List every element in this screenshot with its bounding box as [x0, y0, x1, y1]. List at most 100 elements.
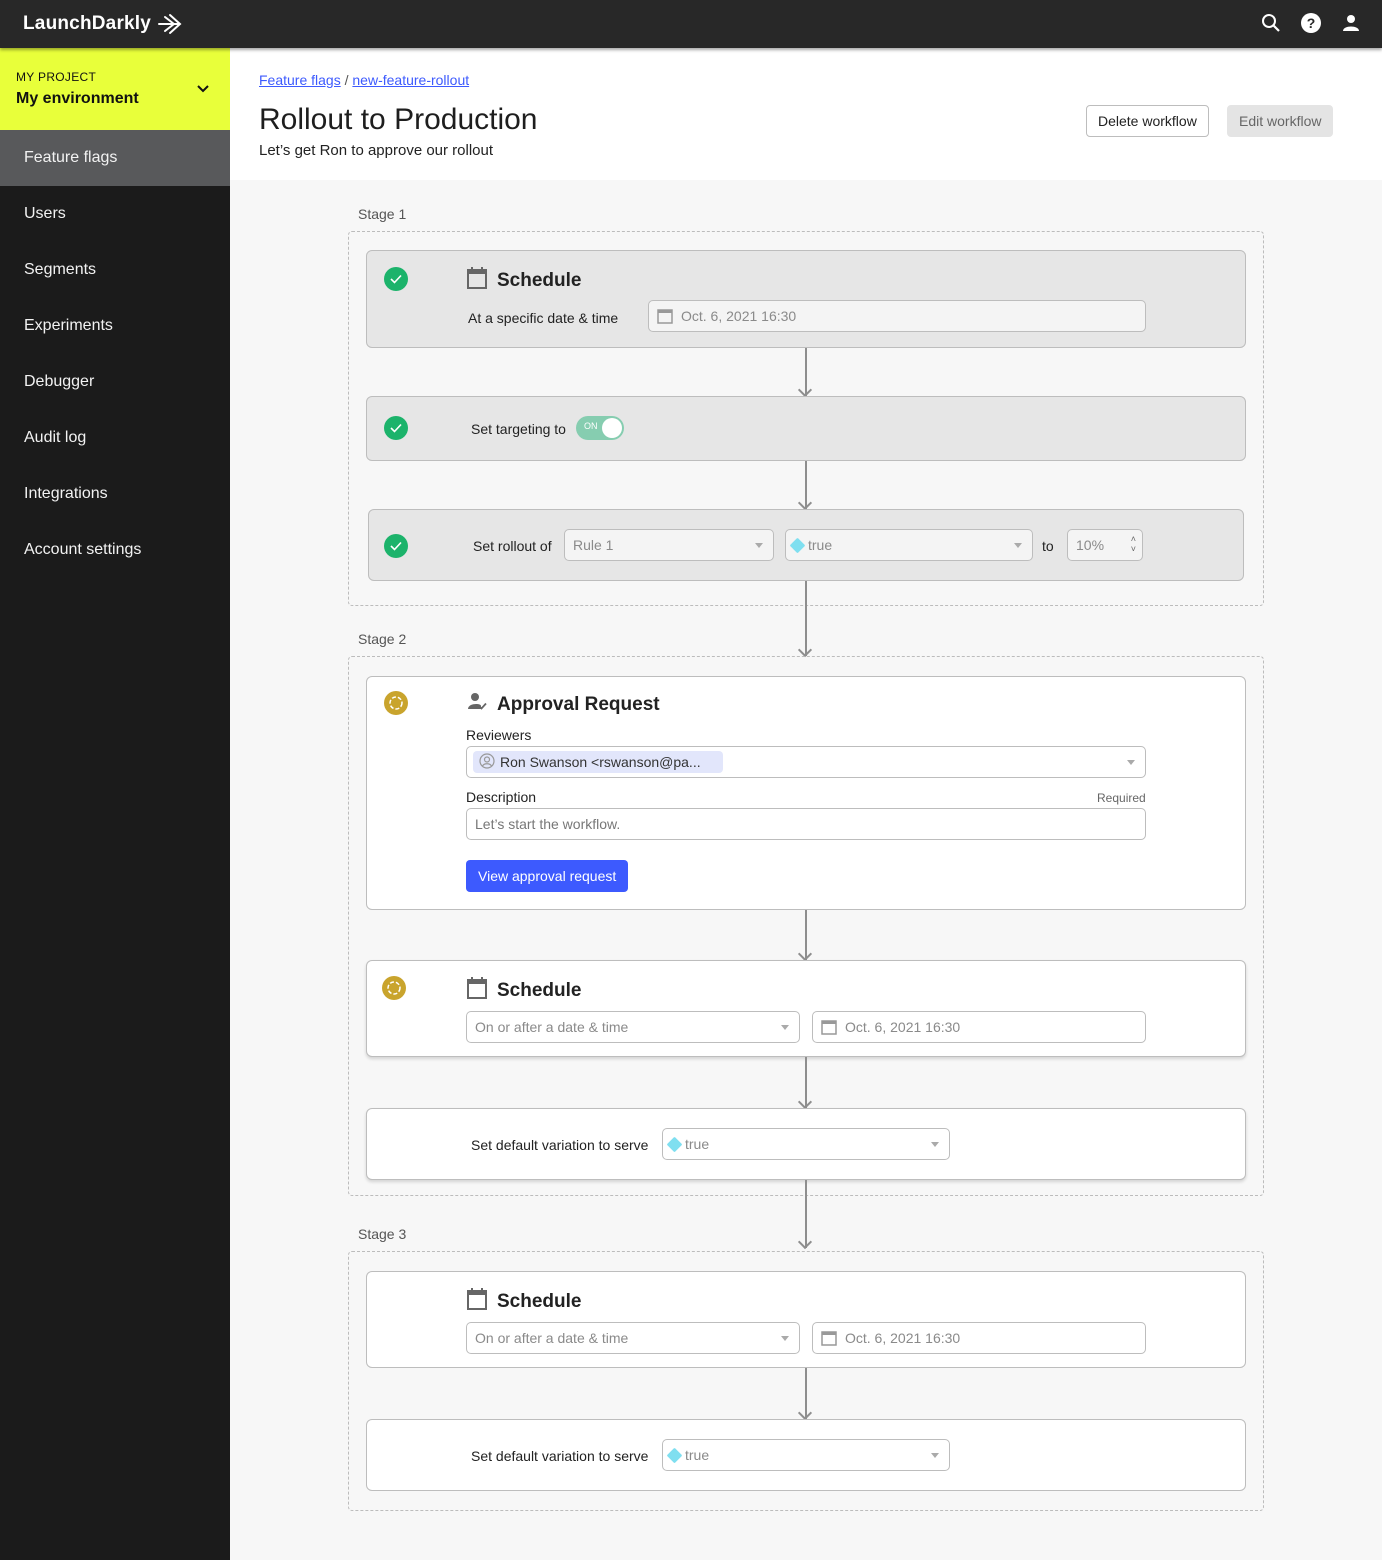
breadcrumb-flag[interactable]: new-feature-rollout: [352, 72, 469, 88]
environment-selector[interactable]: MY PROJECT My environment: [0, 48, 230, 130]
targeting-toggle[interactable]: ON: [576, 416, 624, 440]
stepper-arrows-icon[interactable]: ˄ ˅: [1131, 534, 1136, 554]
caret-down-icon: [1127, 760, 1135, 765]
caret-down-icon: [781, 1025, 789, 1030]
caret-down-icon: [1014, 543, 1022, 548]
breadcrumb-feature-flags[interactable]: Feature flags: [259, 72, 341, 88]
sidebar-item-segments[interactable]: Segments: [0, 242, 230, 298]
reviewers-label: Reviewers: [466, 727, 532, 743]
top-bar: LaunchDarkly ?: [0, 0, 1382, 48]
edit-workflow-button[interactable]: Edit workflow: [1227, 105, 1334, 137]
schedule-condition-select[interactable]: On or after a date & time: [466, 1322, 800, 1354]
variation-diamond-icon: [666, 1136, 683, 1152]
percent-stepper[interactable]: 10% ˄ ˅: [1067, 529, 1143, 561]
sidebar-item-account-settings[interactable]: Account settings: [0, 522, 230, 578]
approval-step: Approval Request Reviewers Ron Swanson <…: [366, 676, 1246, 910]
project-label: MY PROJECT: [16, 70, 97, 84]
reviewers-select[interactable]: Ron Swanson <rswanson@pa...: [466, 746, 1146, 778]
page-title: Rollout to Production: [259, 103, 538, 136]
datetime-input[interactable]: Oct. 6, 2021 16:30: [648, 300, 1146, 332]
step-title: Approval Request: [497, 694, 660, 715]
schedule-condition-select[interactable]: On or after a date & time: [466, 1011, 800, 1043]
variation-diamond-icon: [666, 1447, 683, 1463]
sidebar-item-audit-log[interactable]: Audit log: [0, 410, 230, 466]
targeting-step: Set targeting to ON: [366, 396, 1246, 461]
condition-value: On or after a date & time: [475, 1330, 629, 1346]
default-variation-label: Set default variation to serve: [471, 1448, 649, 1464]
search-icon[interactable]: [1260, 12, 1282, 34]
rollout-label: Set rollout of: [473, 538, 552, 554]
toggle-state: ON: [584, 421, 598, 431]
default-variation-label: Set default variation to serve: [471, 1137, 649, 1153]
stage-label: Stage 2: [358, 631, 407, 647]
calendar-icon: [467, 977, 487, 1005]
flow-arrow: [805, 348, 807, 396]
sidebar-item-feature-flags[interactable]: Feature flags: [0, 130, 230, 186]
step-title: Schedule: [497, 1291, 582, 1312]
calendar-icon: [821, 1330, 837, 1346]
default-variation-step: Set default variation to serve true: [366, 1419, 1246, 1491]
rule-value: Rule 1: [573, 537, 614, 553]
page-header: Feature flags / new-feature-rollout Roll…: [230, 48, 1382, 180]
datetime-value: Oct. 6, 2021 16:30: [845, 1330, 961, 1346]
page-subtitle: Let’s get Ron to approve our rollout: [259, 142, 494, 159]
caret-down-icon: [931, 1142, 939, 1147]
caret-down-icon: [931, 1453, 939, 1458]
description-label: Description: [466, 789, 537, 805]
datetime-input[interactable]: Oct. 6, 2021 16:30: [812, 1322, 1146, 1354]
description-input[interactable]: Let’s start the workflow.: [466, 808, 1146, 840]
pending-status-icon: [384, 691, 408, 715]
help-icon[interactable]: ?: [1300, 12, 1322, 34]
variation-value: true: [685, 1136, 710, 1152]
targeting-label: Set targeting to: [471, 421, 566, 437]
calendar-icon: [467, 1288, 487, 1316]
sidebar-item-users[interactable]: Users: [0, 186, 230, 242]
caret-down-icon: [755, 543, 763, 548]
view-approval-request-button[interactable]: View approval request: [466, 860, 629, 892]
datetime-value: Oct. 6, 2021 16:30: [681, 308, 797, 324]
reviewer-name: Ron Swanson <rswanson@pa...: [500, 754, 701, 770]
variation-select[interactable]: true: [662, 1439, 950, 1471]
stage-label: Stage 1: [358, 206, 407, 222]
sidebar-item-experiments[interactable]: Experiments: [0, 298, 230, 354]
step-title: Schedule: [497, 270, 582, 291]
environment-name: My environment: [16, 90, 139, 107]
default-variation-step: Set default variation to serve true: [366, 1108, 1246, 1180]
percent-value: 10%: [1076, 537, 1105, 553]
variation-value: true: [808, 537, 833, 553]
flow-arrow: [805, 1368, 807, 1419]
approval-user-icon: [467, 692, 487, 718]
check-circle-icon: [384, 267, 408, 291]
flow-arrow: [805, 1180, 807, 1248]
schedule-type-label: At a specific date & time: [468, 310, 619, 326]
flow-arrow: [805, 461, 807, 509]
logo-arrow-icon: [158, 14, 182, 34]
caret-down-icon: [781, 1336, 789, 1341]
app-logo[interactable]: LaunchDarkly: [23, 12, 183, 36]
variation-value: true: [685, 1447, 710, 1463]
stage-label: Stage 3: [358, 1226, 407, 1242]
sidebar-item-debugger[interactable]: Debugger: [0, 354, 230, 410]
variation-select[interactable]: true: [785, 529, 1033, 561]
account-icon[interactable]: [1340, 12, 1362, 34]
schedule-step: Schedule At a specific date & time Oct. …: [366, 250, 1246, 348]
to-label: to: [1042, 538, 1054, 554]
condition-value: On or after a date & time: [475, 1019, 629, 1035]
variation-diamond-icon: [789, 537, 806, 553]
schedule-step: Schedule On or after a date & time Oct. …: [366, 960, 1246, 1057]
variation-select[interactable]: true: [662, 1128, 950, 1160]
rule-select[interactable]: Rule 1: [564, 529, 774, 561]
sidebar-item-integrations[interactable]: Integrations: [0, 466, 230, 522]
sidebar: MY PROJECT My environment Feature flags …: [0, 48, 230, 1560]
svg-text:?: ?: [1307, 15, 1316, 31]
reviewer-chip[interactable]: Ron Swanson <rswanson@pa...: [473, 751, 723, 773]
calendar-icon: [467, 267, 487, 295]
datetime-input[interactable]: Oct. 6, 2021 16:30: [812, 1011, 1146, 1043]
delete-workflow-button[interactable]: Delete workflow: [1086, 105, 1209, 137]
required-label: Required: [1097, 791, 1146, 805]
app-name: LaunchDarkly: [23, 13, 152, 34]
calendar-icon: [821, 1019, 837, 1035]
flow-arrow: [805, 910, 807, 960]
toggle-knob: [602, 418, 622, 438]
datetime-value: Oct. 6, 2021 16:30: [845, 1019, 961, 1035]
